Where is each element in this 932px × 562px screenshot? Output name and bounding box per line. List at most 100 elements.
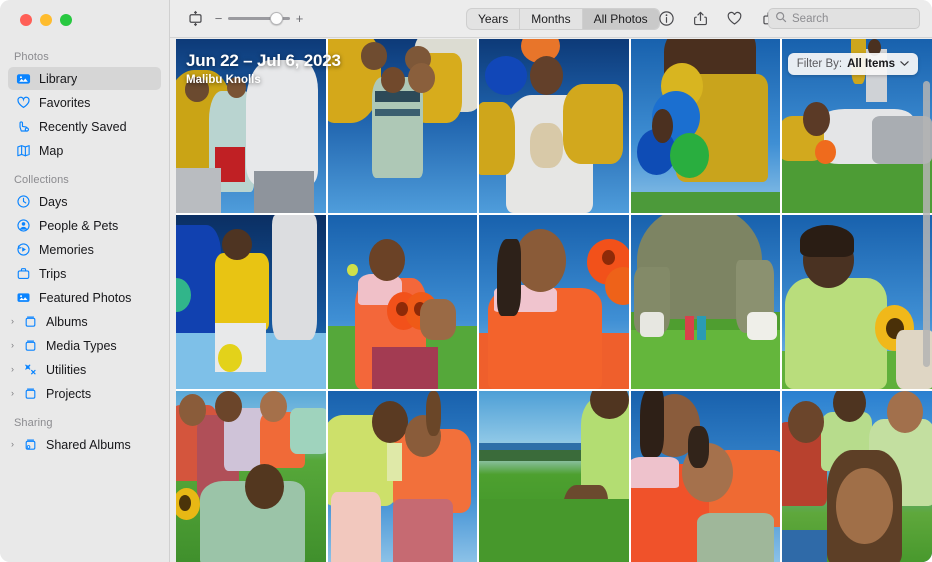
photo-image xyxy=(630,391,781,562)
photo-image xyxy=(327,391,478,562)
photo-thumbnail[interactable] xyxy=(327,391,478,562)
search-field[interactable]: Search xyxy=(768,8,920,29)
vertical-scrollbar[interactable] xyxy=(923,81,930,367)
toolbar-actions xyxy=(656,9,778,29)
sidebar-item-label: Days xyxy=(39,194,68,209)
sidebar-item-label: Trips xyxy=(39,266,67,281)
photo-image xyxy=(327,215,478,389)
view-mode-segmented-control: Years Months All Photos xyxy=(466,7,660,30)
photo-image xyxy=(630,215,781,389)
minimize-button[interactable] xyxy=(40,14,52,26)
photo-library-icon xyxy=(15,70,32,87)
sidebar-item-projects[interactable]: › Projects xyxy=(8,382,161,405)
sidebar-item-label: Recently Saved xyxy=(39,119,127,134)
photo-image xyxy=(479,39,629,213)
sidebar-item-media-types[interactable]: › Media Types xyxy=(8,334,161,357)
person-circle-icon xyxy=(15,217,32,234)
info-icon[interactable] xyxy=(656,9,676,29)
sidebar-header-collections: Collections xyxy=(14,174,69,186)
search-input[interactable]: Search xyxy=(792,13,828,25)
filter-by-dropdown[interactable]: Filter By: All Items xyxy=(787,53,918,75)
photo-thumbnail[interactable] xyxy=(479,391,629,562)
maximize-button[interactable] xyxy=(60,14,72,26)
photo-image xyxy=(479,391,629,562)
zoom-slider[interactable]: − + xyxy=(214,11,304,26)
recently-saved-icon xyxy=(15,118,32,135)
sidebar-item-albums[interactable]: › Albums xyxy=(8,310,161,333)
sidebar-item-recently-saved[interactable]: Recently Saved xyxy=(8,115,161,138)
zoom-in-label[interactable]: + xyxy=(295,11,304,26)
sidebar-list: Photos Library Favorites Recently Saved … xyxy=(0,26,169,463)
sidebar-item-label: Map xyxy=(39,143,64,158)
suitcase-icon xyxy=(15,265,32,282)
utilities-icon xyxy=(22,361,39,378)
sidebar-item-trips[interactable]: Trips xyxy=(8,262,161,285)
sidebar-item-label: People & Pets xyxy=(39,218,119,233)
sidebar-item-shared-albums[interactable]: › Shared Albums xyxy=(8,433,161,456)
zoom-out-label[interactable]: − xyxy=(214,11,223,26)
album-icon xyxy=(22,337,39,354)
chevron-right-icon[interactable]: › xyxy=(11,317,20,326)
sidebar-item-label: Library xyxy=(39,71,78,86)
sidebar-item-label: Favorites xyxy=(39,95,91,110)
sidebar-item-label: Albums xyxy=(46,314,88,329)
zoom-slider-knob[interactable] xyxy=(270,12,283,25)
photo-thumbnail[interactable] xyxy=(479,215,629,389)
tab-months[interactable]: Months xyxy=(520,8,583,29)
sidebar-header-photos: Photos xyxy=(14,51,49,63)
sidebar-item-label: Memories xyxy=(39,242,94,257)
photo-thumbnail[interactable] xyxy=(782,391,932,562)
photo-thumbnail[interactable] xyxy=(176,39,326,213)
photo-image xyxy=(782,391,932,562)
close-button[interactable] xyxy=(20,14,32,26)
photo-grid-container[interactable]: Jun 22 – Jul 6, 2023 Malibu Knolls Filte… xyxy=(176,39,932,562)
sidebar-item-memories[interactable]: Memories xyxy=(8,238,161,261)
clock-icon xyxy=(15,193,32,210)
thumbnail-size-icon[interactable] xyxy=(184,8,206,30)
photo-image xyxy=(176,39,326,213)
tab-years[interactable]: Years xyxy=(467,8,521,29)
album-icon xyxy=(22,313,39,330)
chevron-right-icon[interactable]: › xyxy=(11,389,20,398)
photo-image xyxy=(782,215,932,389)
photos-window: Photos Library Favorites Recently Saved … xyxy=(0,0,932,562)
photo-thumbnail[interactable] xyxy=(630,391,781,562)
album-icon xyxy=(22,385,39,402)
chevron-down-icon[interactable] xyxy=(900,59,909,69)
sidebar-group-collections: Collections Days People & Pets Memories … xyxy=(0,169,169,412)
heart-icon xyxy=(15,94,32,111)
memories-icon xyxy=(15,241,32,258)
photo-image xyxy=(479,215,629,389)
toolbar: − + Years Months All Photos Search xyxy=(170,0,932,38)
sidebar: Photos Library Favorites Recently Saved … xyxy=(0,0,170,562)
sidebar-item-days[interactable]: Days xyxy=(8,190,161,213)
chevron-right-icon[interactable]: › xyxy=(11,365,20,374)
share-icon[interactable] xyxy=(690,9,710,29)
photo-image xyxy=(327,39,478,213)
zoom-slider-track[interactable] xyxy=(228,12,290,25)
sidebar-item-label: Utilities xyxy=(46,362,87,377)
sidebar-item-favorites[interactable]: Favorites xyxy=(8,91,161,114)
photo-thumbnail[interactable] xyxy=(630,215,781,389)
sidebar-item-featured-photos[interactable]: Featured Photos xyxy=(8,286,161,309)
photo-thumbnail[interactable] xyxy=(782,215,932,389)
sidebar-item-label: Featured Photos xyxy=(39,290,132,305)
photo-thumbnail[interactable] xyxy=(176,391,326,562)
photo-thumbnail[interactable] xyxy=(176,215,326,389)
photo-thumbnail[interactable] xyxy=(327,215,478,389)
photo-thumbnail[interactable] xyxy=(327,39,478,213)
sidebar-group-sharing: Sharing › Shared Albums xyxy=(0,412,169,463)
chevron-right-icon[interactable]: › xyxy=(11,440,20,449)
featured-photo-icon xyxy=(15,289,32,306)
tab-all-photos[interactable]: All Photos xyxy=(582,8,659,29)
photo-grid xyxy=(176,39,932,562)
photo-thumbnail[interactable] xyxy=(479,39,629,213)
chevron-right-icon[interactable]: › xyxy=(11,341,20,350)
favorite-heart-icon[interactable] xyxy=(724,9,744,29)
photo-image xyxy=(630,39,781,213)
sidebar-item-library[interactable]: Library xyxy=(8,67,161,90)
sidebar-item-map[interactable]: Map xyxy=(8,139,161,162)
photo-thumbnail[interactable] xyxy=(630,39,781,213)
sidebar-item-utilities[interactable]: › Utilities xyxy=(8,358,161,381)
sidebar-item-people-and-pets[interactable]: People & Pets xyxy=(8,214,161,237)
